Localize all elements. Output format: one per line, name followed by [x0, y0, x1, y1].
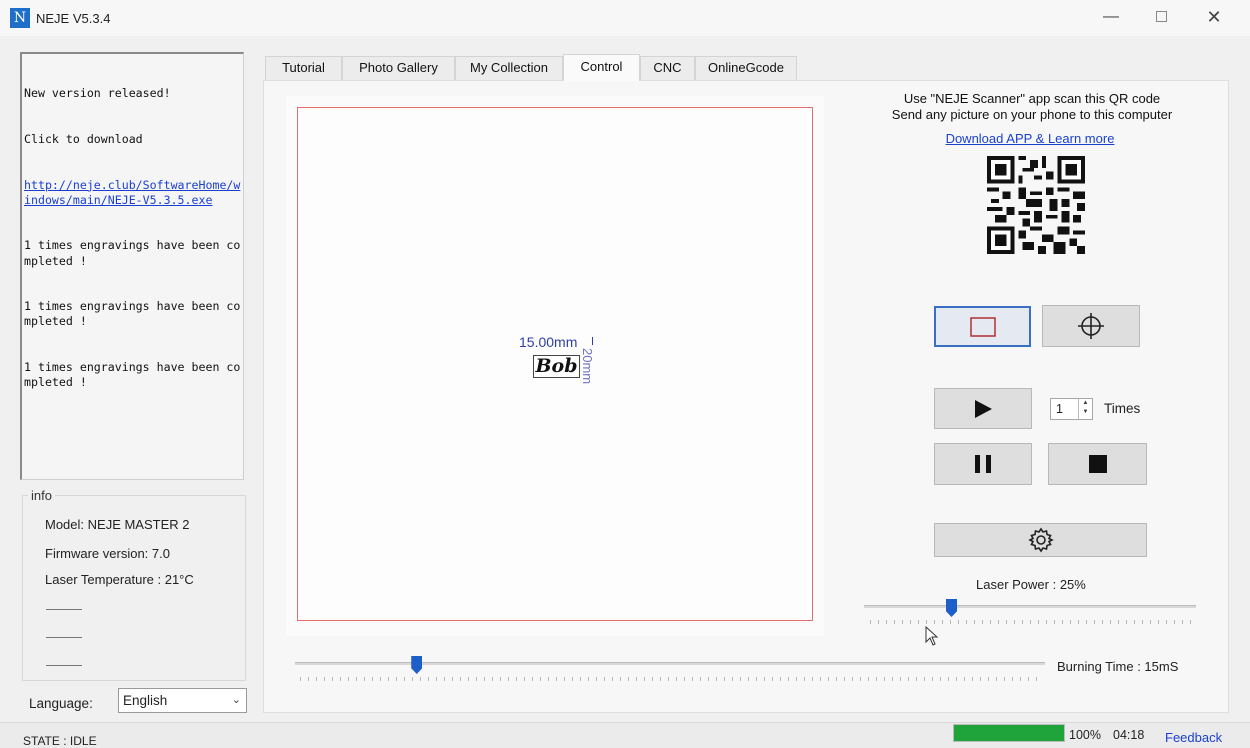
times-label: Times	[1104, 401, 1141, 416]
tab-online-gcode[interactable]: OnlineGcode	[695, 56, 797, 80]
maximize-button[interactable]	[1146, 4, 1176, 30]
play-icon	[975, 399, 992, 418]
progress-percent: 100%	[1069, 728, 1101, 742]
feedback-link[interactable]: Feedback	[1165, 730, 1222, 745]
engraving-preview[interactable]: Bob	[533, 355, 580, 378]
info-placeholder	[46, 665, 82, 666]
tab-cnc[interactable]: CNC	[640, 56, 695, 80]
qr-instruction: Use "NEJE Scanner" app scan this QR code	[903, 91, 1161, 106]
crosshair-icon	[1078, 313, 1104, 339]
frame-rect-icon	[969, 316, 996, 337]
progress-bar	[953, 724, 1065, 742]
settings-button[interactable]	[934, 523, 1147, 557]
tab-photo-gallery[interactable]: Photo Gallery	[342, 56, 455, 80]
tab-my-collection[interactable]: My Collection	[455, 56, 563, 80]
model-text: Model: NEJE MASTER 2	[45, 517, 190, 532]
stop-icon	[1088, 455, 1107, 473]
info-placeholder	[46, 637, 82, 638]
log-line: 1 times engravings have been completed !	[24, 299, 241, 329]
info-placeholder	[46, 609, 82, 610]
laser-power-slider[interactable]	[864, 605, 1196, 608]
download-app-link[interactable]: Download APP & Learn more	[862, 131, 1198, 146]
repeat-count-stepper[interactable]: 1 ▲ ▼	[1050, 398, 1093, 420]
minimize-button[interactable]: —	[1096, 4, 1126, 30]
maximize-icon	[1155, 11, 1167, 23]
language-select[interactable]: English ⌄	[118, 688, 247, 713]
progress-fill	[954, 725, 1064, 741]
elapsed-time: 04:18	[1113, 728, 1145, 742]
close-button[interactable]: ✕	[1199, 4, 1229, 30]
message-log[interactable]: New version released! Click to download …	[20, 52, 244, 480]
pause-button[interactable]	[934, 443, 1032, 485]
download-link[interactable]: http://neje.club/SoftwareHome/windows/ma…	[24, 178, 241, 208]
slider-ticks	[300, 677, 1040, 681]
log-line: 1 times engravings have been completed !	[24, 360, 241, 390]
burning-time-label: Burning Time : 15mS	[1057, 659, 1179, 674]
firmware-text: Firmware version: 7.0	[45, 546, 170, 561]
log-line: Click to download	[24, 132, 143, 147]
mouse-pointer-icon	[925, 626, 939, 646]
log-line: 1 times engravings have been completed !	[24, 238, 241, 268]
info-caption: info	[28, 488, 55, 503]
laser-temperature-text: Laser Temperature : 21°C	[45, 572, 194, 587]
dimension-tick	[592, 337, 593, 345]
burning-time-slider[interactable]	[295, 662, 1045, 665]
title-bar: N NEJE V5.3.4 — ✕	[0, 0, 1250, 36]
language-value: English	[123, 693, 168, 708]
qr-code	[987, 156, 1085, 254]
tab-tutorial[interactable]: Tutorial	[265, 56, 342, 80]
pause-icon	[975, 455, 991, 473]
center-button[interactable]	[1042, 305, 1140, 347]
chevron-down-icon: ⌄	[231, 694, 241, 706]
gear-icon	[1027, 527, 1054, 553]
height-dimension: 20mm	[580, 348, 595, 385]
window-title: NEJE V5.3.4	[36, 11, 111, 26]
laser-power-label: Laser Power : 25%	[976, 577, 1086, 592]
repeat-count-value: 1	[1056, 402, 1063, 416]
stop-button[interactable]	[1048, 443, 1147, 485]
language-label: Language:	[29, 696, 93, 711]
start-button[interactable]	[934, 388, 1032, 429]
frame-button[interactable]	[934, 306, 1031, 347]
machine-state: STATE : IDLE	[23, 734, 97, 748]
app-icon: N	[10, 8, 30, 28]
stepper-arrows-icon[interactable]: ▲ ▼	[1078, 399, 1092, 419]
slider-ticks	[870, 620, 1192, 624]
tab-control[interactable]: Control	[563, 54, 640, 81]
qr-instruction-2: Send any picture on your phone to this c…	[891, 107, 1173, 122]
log-line: New version released!	[24, 86, 171, 101]
width-dimension: 15.00mm	[519, 334, 578, 350]
